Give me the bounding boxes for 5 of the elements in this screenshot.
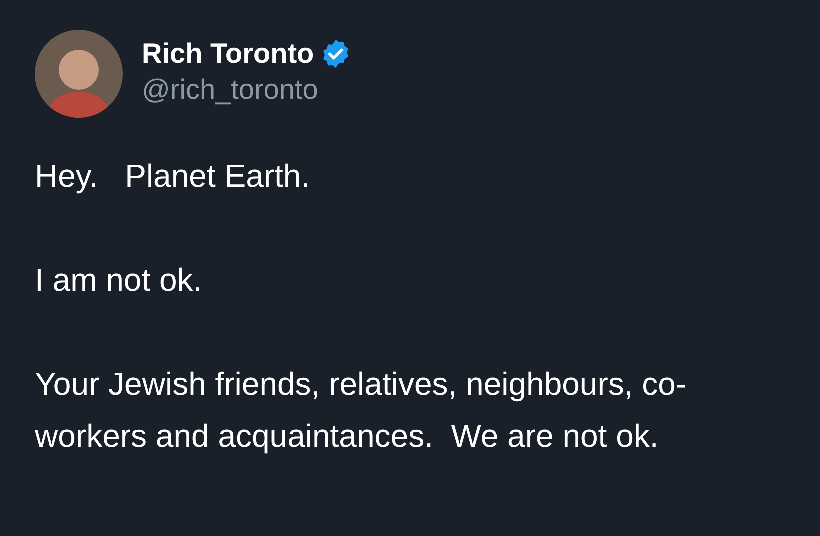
author-name[interactable]: Rich Toronto <box>142 36 314 72</box>
tweet-paragraph: Hey. Planet Earth. <box>35 157 312 196</box>
tweet-paragraph: I am not ok. <box>35 261 204 300</box>
tweet-paragraph: Your Jewish friends, relatives, neighbours, co-workers and acquaintances. We are not ok. <box>35 365 688 456</box>
author-handle[interactable]: @rich_toronto <box>142 72 352 108</box>
